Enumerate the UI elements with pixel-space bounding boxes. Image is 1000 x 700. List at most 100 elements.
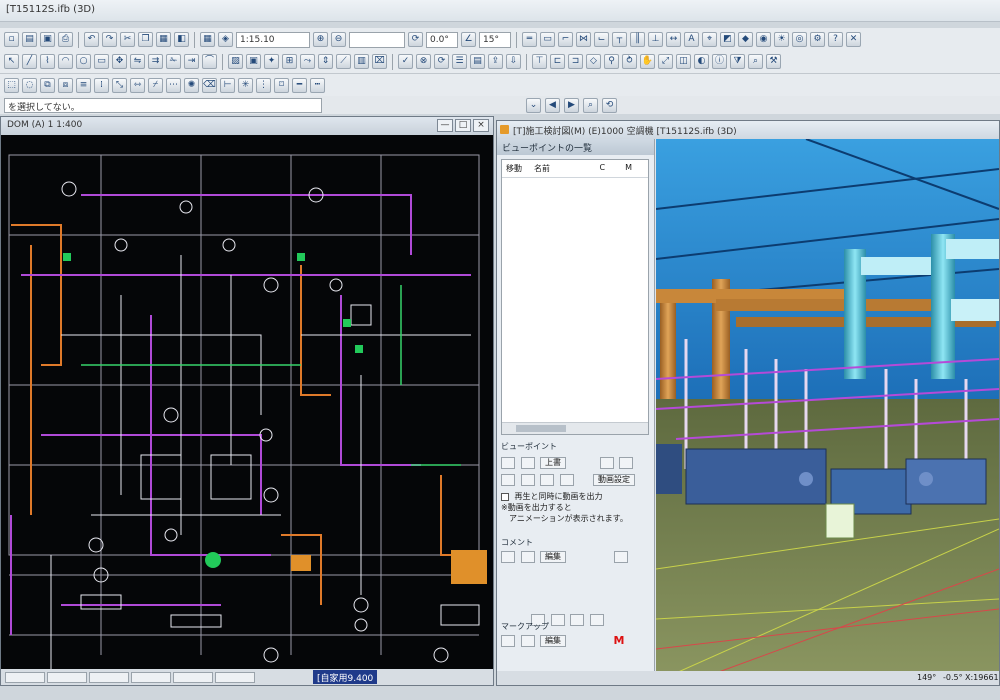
properties-icon[interactable]: ⓘ [712, 54, 727, 69]
insulation-icon[interactable]: ▥ [354, 54, 369, 69]
angle-field[interactable]: 0.0° [426, 31, 458, 48]
filter-icon[interactable]: ⧩ [730, 54, 745, 69]
maximize-button[interactable]: □ [455, 119, 471, 132]
grid-icon[interactable]: ▦ [200, 32, 215, 47]
deselect-icon[interactable]: ◌ [22, 78, 37, 93]
array-icon[interactable]: ⁞ [94, 78, 109, 93]
import-icon[interactable]: ⇩ [506, 54, 521, 69]
ortho-icon[interactable]: ⊢ [220, 78, 235, 93]
comment-text-icon[interactable] [613, 551, 628, 563]
column-c[interactable]: C [600, 163, 606, 174]
open-icon[interactable]: ▤ [22, 32, 37, 47]
down-button[interactable] [619, 457, 633, 469]
scale-field[interactable]: 1:15.10 [236, 31, 310, 48]
explode-icon[interactable]: ✺ [184, 78, 199, 93]
support-icon[interactable]: ⊥ [648, 32, 663, 47]
walk-icon[interactable]: ⚲ [604, 54, 619, 69]
pipe-icon[interactable]: ═ [522, 32, 537, 47]
help-icon[interactable]: ? [828, 32, 843, 47]
equipment-icon[interactable]: ⊞ [282, 54, 297, 69]
magnifier-icon[interactable]: ⌕ [583, 97, 598, 113]
export-video-checkbox[interactable] [501, 492, 509, 501]
offset-icon[interactable]: ⇉ [148, 54, 163, 69]
track-icon[interactable]: ⋮ [256, 78, 271, 93]
active-sheet-label[interactable]: [自家用9.400 [313, 670, 378, 684]
delete-comment-button[interactable] [520, 551, 535, 563]
chevron-down-icon[interactable]: ⌄ [526, 97, 541, 113]
view-front-icon[interactable]: ⊏ [550, 54, 565, 69]
angle-icon[interactable]: ∠ [461, 32, 476, 47]
video-settings-button[interactable]: 動画設定 [593, 474, 635, 486]
erase-icon[interactable]: ⌫ [202, 78, 217, 93]
save-icon[interactable]: ▣ [40, 32, 55, 47]
stop-icon[interactable] [540, 474, 554, 486]
tee-icon[interactable]: ┬ [612, 32, 627, 47]
redo-icon[interactable]: ↷ [102, 32, 117, 47]
delete-viewpoint-button[interactable] [520, 457, 535, 469]
print-icon[interactable]: ⎙ [58, 32, 73, 47]
add-markup-button[interactable] [501, 635, 515, 647]
interference-icon[interactable]: ⊗ [416, 54, 431, 69]
refresh-view-icon[interactable]: ⟲ [602, 97, 617, 113]
delete-markup-button[interactable] [520, 635, 535, 647]
align-icon[interactable]: ≡ [76, 78, 91, 93]
export-icon[interactable]: ⇪ [488, 54, 503, 69]
mirror-icon[interactable]: ⇋ [130, 54, 145, 69]
riser-icon[interactable]: ⇕ [318, 54, 333, 69]
lineweight-icon[interactable]: ━ [292, 78, 307, 93]
extend-icon[interactable]: ⇥ [184, 54, 199, 69]
section-icon[interactable]: ◩ [720, 32, 735, 47]
flange-icon[interactable]: ║ [630, 32, 645, 47]
route-icon[interactable]: ⤳ [300, 54, 315, 69]
add-viewpoint-button[interactable] [501, 457, 515, 469]
cut-icon[interactable]: ✂ [120, 32, 135, 47]
edit-markup-button[interactable]: 編集 [540, 635, 566, 647]
fit-icon[interactable]: ⤢ [658, 54, 673, 69]
view-top-icon[interactable]: ⊤ [532, 54, 547, 69]
play-icon[interactable] [520, 474, 535, 486]
stretch-icon[interactable]: ⇿ [130, 78, 145, 93]
scrollbar-thumb[interactable] [516, 425, 566, 432]
ungroup-icon[interactable]: ⧈ [58, 78, 73, 93]
close-icon[interactable]: ✕ [846, 32, 861, 47]
label-icon[interactable]: ⌧ [372, 54, 387, 69]
refresh-icon[interactable]: ⟳ [434, 54, 449, 69]
view-side-icon[interactable]: ⊐ [568, 54, 583, 69]
layer-field[interactable] [349, 31, 405, 48]
fitting-icon[interactable]: ⌐ [558, 32, 573, 47]
back-icon[interactable]: ◀ [545, 97, 560, 113]
close-button[interactable]: × [473, 119, 489, 132]
zoom-icon[interactable]: ⊕ [313, 32, 328, 47]
dimension-icon[interactable]: ↔ [666, 32, 681, 47]
tool-icon[interactable]: ⚒ [766, 54, 781, 69]
symbol-icon[interactable]: ✦ [264, 54, 279, 69]
check-icon[interactable]: ✓ [398, 54, 413, 69]
list-icon[interactable]: ☰ [452, 54, 467, 69]
osnap-icon[interactable]: ⌑ [274, 78, 289, 93]
polyline-icon[interactable]: ⌇ [40, 54, 55, 69]
cad-drawing-canvas[interactable] [1, 135, 493, 669]
valve-icon[interactable]: ⋈ [576, 32, 591, 47]
zoom-out-icon[interactable]: ⊖ [331, 32, 346, 47]
move-icon[interactable]: ✥ [112, 54, 127, 69]
play-back-icon[interactable] [501, 474, 515, 486]
horizontal-scrollbar[interactable] [502, 422, 648, 434]
undo-icon[interactable]: ↶ [84, 32, 99, 47]
angle2-field[interactable]: 15° [479, 31, 511, 48]
arc-icon[interactable]: ◠ [58, 54, 73, 69]
clip-icon[interactable]: ◫ [676, 54, 691, 69]
linetype-icon[interactable]: ┅ [310, 78, 325, 93]
column-name[interactable]: 名前 [534, 163, 550, 174]
edit-comment-button[interactable]: 編集 [540, 551, 566, 563]
column-move[interactable]: 移動 [506, 163, 522, 174]
join-icon[interactable]: ⋯ [166, 78, 181, 93]
duct-icon[interactable]: ▭ [540, 32, 555, 47]
overwrite-button[interactable]: 上書 [540, 457, 566, 469]
record-icon[interactable] [559, 474, 574, 486]
circle-icon[interactable]: ○ [76, 54, 91, 69]
group-icon[interactable]: ⧉ [40, 78, 55, 93]
minimize-button[interactable]: — [437, 119, 453, 132]
hatch-icon[interactable]: ▨ [228, 54, 243, 69]
fillet-icon[interactable]: ⌒ [202, 54, 217, 69]
sheet-tab[interactable] [173, 671, 213, 683]
